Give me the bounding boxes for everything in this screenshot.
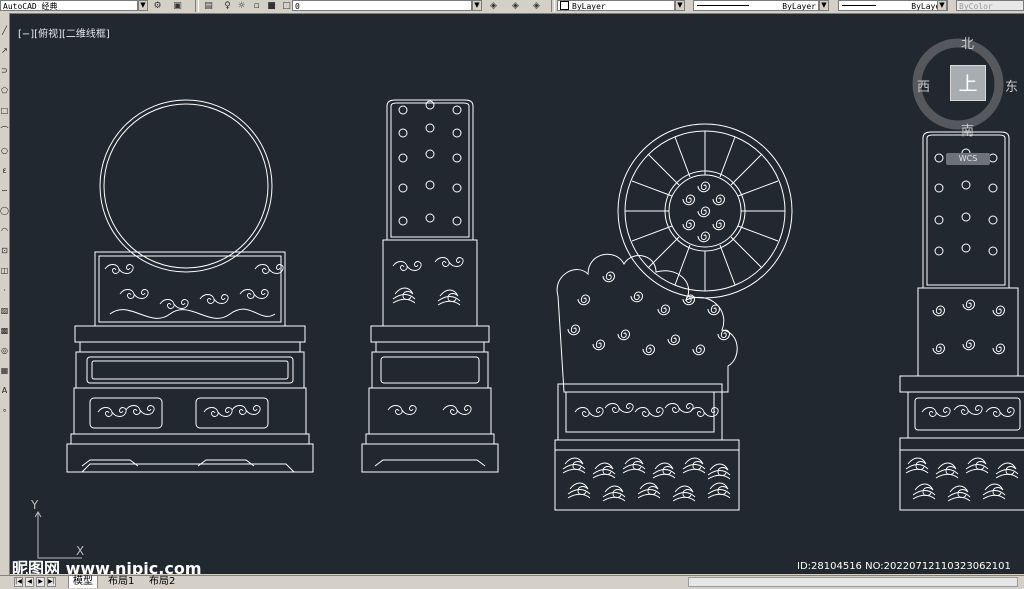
layer-lock-icon[interactable]: ▫ bbox=[251, 1, 262, 11]
viewcube-west[interactable]: 西 bbox=[917, 76, 930, 95]
rectangle-icon[interactable]: □ bbox=[0, 105, 9, 117]
viewcube-south[interactable]: 南 bbox=[961, 120, 974, 139]
stone-screen-round bbox=[66, 99, 314, 473]
construction-line-icon[interactable]: ↗ bbox=[0, 45, 9, 57]
tab-model[interactable]: 模型 bbox=[68, 576, 98, 588]
add-selected-icon[interactable]: ∘ bbox=[0, 405, 9, 417]
layer-state-icon[interactable]: ◈ bbox=[531, 1, 542, 11]
table-icon[interactable]: ▦ bbox=[0, 365, 9, 377]
draw-toolbar: ╱ ↗ ⊃ ⬠ □ ⌒ ○ ε ∽ ◯ ◠ ⊡ ◫ · ▨ ▩ ◎ ▦ A ∘ bbox=[0, 13, 10, 575]
layer-properties-icon[interactable]: ▤ bbox=[203, 1, 214, 11]
workspace-settings-icon[interactable]: ⚙ bbox=[152, 1, 163, 11]
revision-cloud-icon[interactable]: ε bbox=[0, 165, 9, 177]
viewcube-north[interactable]: 北 bbox=[961, 33, 974, 52]
linetype-swatch bbox=[697, 5, 749, 6]
toolbar-separator bbox=[195, 0, 199, 12]
workspace-dropdown-arrow[interactable]: ▼ bbox=[138, 0, 148, 11]
layer-on-bulb-icon[interactable]: ♀ bbox=[222, 1, 233, 11]
lineweight-swatch bbox=[842, 5, 876, 6]
multiline-text-icon[interactable]: A bbox=[0, 385, 9, 397]
cad-drawing bbox=[34, 38, 1024, 559]
polygon-icon[interactable]: ⬠ bbox=[0, 85, 9, 97]
first-tab-icon[interactable]: |◀ bbox=[14, 577, 23, 587]
color-value: ByLayer bbox=[572, 2, 606, 11]
make-object-layer-current-icon[interactable]: ◈ bbox=[488, 1, 499, 11]
workspace-save-icon[interactable]: ▣ bbox=[172, 1, 183, 11]
make-block-icon[interactable]: ◫ bbox=[0, 265, 9, 277]
watermark-id: ID:28104516 NO:20220712110323062101 bbox=[797, 561, 1011, 572]
tab-layout1[interactable]: 布局1 bbox=[104, 576, 138, 588]
arc-icon[interactable]: ⌒ bbox=[0, 125, 9, 137]
point-icon[interactable]: · bbox=[0, 285, 9, 297]
wcs-menu-button[interactable]: WCS bbox=[946, 153, 990, 165]
color-dropdown-arrow[interactable]: ▼ bbox=[675, 0, 685, 11]
layer-color-icon[interactable]: ■ bbox=[266, 1, 277, 11]
polyline-icon[interactable]: ⊃ bbox=[0, 65, 9, 77]
ellipse-icon[interactable]: ◯ bbox=[0, 205, 9, 217]
layout-tab-bar: |◀ ◀ ▶ ▶| 模型 布局1 布局2 bbox=[0, 575, 1024, 589]
viewcube-top-face[interactable]: 上 bbox=[950, 65, 986, 101]
gradient-icon[interactable]: ▩ bbox=[0, 325, 9, 337]
horizontal-scrollbar[interactable] bbox=[688, 577, 1018, 587]
stone-screen-cloud-wheel bbox=[554, 123, 793, 511]
linetype-dropdown-arrow[interactable]: ▼ bbox=[819, 0, 829, 11]
region-icon[interactable]: ◎ bbox=[0, 345, 9, 357]
last-tab-icon[interactable]: ▶| bbox=[47, 577, 56, 587]
watermark-site: 昵图网 www.nipic.com bbox=[12, 559, 202, 574]
layer-freeze-sun-icon[interactable]: ☼ bbox=[236, 1, 247, 11]
line-icon[interactable]: ╱ bbox=[0, 25, 9, 37]
stone-stele-dotted bbox=[361, 99, 499, 473]
color-dropdown[interactable]: ByLayer bbox=[557, 0, 675, 11]
toolbar-separator bbox=[551, 0, 555, 12]
layer-dropdown[interactable]: 0 bbox=[292, 0, 472, 11]
hatch-icon[interactable]: ▨ bbox=[0, 305, 9, 317]
spline-icon[interactable]: ∽ bbox=[0, 185, 9, 197]
layer-previous-icon[interactable]: ◈ bbox=[510, 1, 521, 11]
drawing-canvas[interactable]: [−][俯视][二维线框] 上 北 南 东 西 WCS Y X 昵图网 www.… bbox=[10, 14, 1024, 574]
insert-block-icon[interactable]: ⊡ bbox=[0, 245, 9, 257]
prev-tab-icon[interactable]: ◀ bbox=[25, 577, 34, 587]
color-swatch bbox=[560, 1, 569, 10]
tab-layout2[interactable]: 布局2 bbox=[145, 576, 179, 588]
plotstyle-dropdown: ByColor bbox=[956, 0, 1024, 11]
next-tab-icon[interactable]: ▶ bbox=[36, 577, 45, 587]
layer-dropdown-arrow[interactable]: ▼ bbox=[472, 0, 482, 11]
ellipse-arc-icon[interactable]: ◠ bbox=[0, 225, 9, 237]
ucs-y-label: Y bbox=[31, 498, 39, 512]
properties-toolbar: AutoCAD 经典 ▼ ⚙ ▣ ▤ ♀ ☼ ▫ ■ □ 0 ▼ ◈ ◈ ◈ B… bbox=[0, 0, 1024, 14]
lineweight-dropdown-arrow[interactable]: ▼ bbox=[937, 0, 947, 11]
linetype-value: ByLayer bbox=[782, 2, 816, 11]
workspace-dropdown[interactable]: AutoCAD 经典 bbox=[0, 0, 138, 11]
viewcube-east[interactable]: 东 bbox=[1005, 76, 1018, 95]
circle-icon[interactable]: ○ bbox=[0, 145, 9, 157]
stone-stele-partial bbox=[899, 131, 1024, 511]
layer-plot-icon[interactable]: □ bbox=[281, 1, 292, 11]
